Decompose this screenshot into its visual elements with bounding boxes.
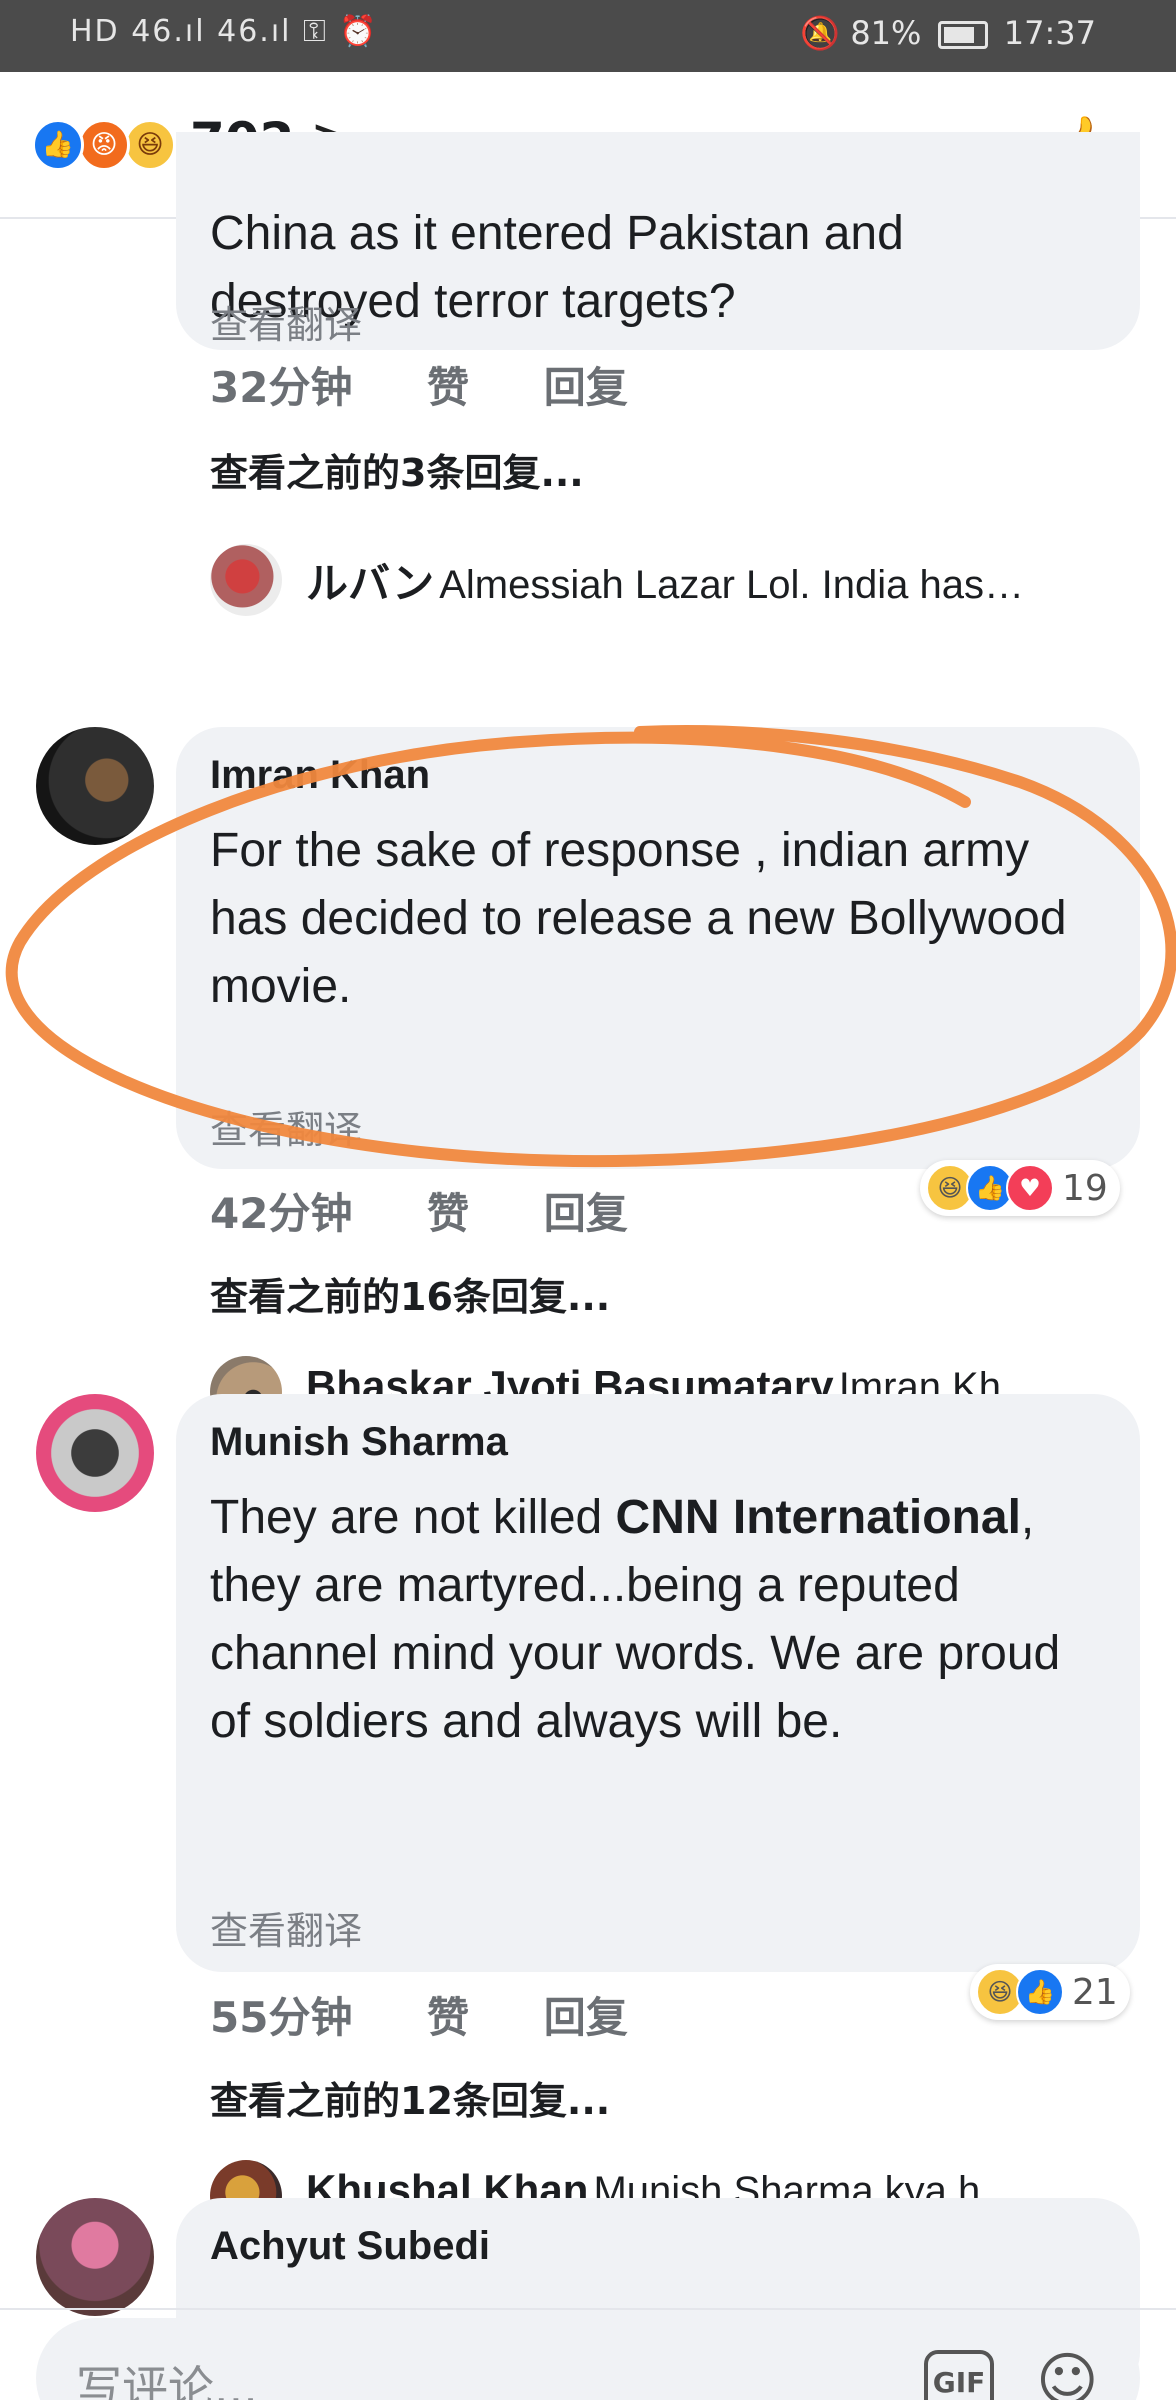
battery-icon [937, 21, 988, 49]
comment-bubble: Munish Sharma They are not killed CNN In… [176, 1394, 1140, 1972]
status-bar: HD 46.ıl 46.ıl ⚿ ⏰ 🔕 81% 17:37 [0, 0, 1176, 72]
comment-bubble: China as it entered Pakistan and destroy… [176, 132, 1140, 350]
avatar[interactable] [36, 2198, 154, 2316]
mute-icon: 🔕 [800, 14, 841, 52]
comment-text: They are not killed CNN International, t… [210, 1484, 1110, 1756]
like-icon: 👍 [1016, 1968, 1064, 2016]
comments-sheet: 👍 😡 😆 702 > 👍 China as it entered Pakist… [0, 72, 1176, 2400]
like-link[interactable]: 赞 [427, 363, 469, 412]
comment-time: 55分钟 [210, 1993, 353, 2042]
reply-link[interactable]: 回复 [544, 363, 628, 412]
reaction-count: 21 [1072, 1971, 1118, 2013]
view-previous-replies[interactable]: 查看之前的3条回复... [210, 442, 584, 497]
avatar[interactable] [210, 544, 282, 616]
haha-icon: 😆 [124, 119, 176, 171]
comment-input[interactable]: 写评论... GIF ☺ [36, 2318, 1140, 2400]
comment-author[interactable]: Munish Sharma [210, 1420, 508, 1465]
battery-percent: 81% [850, 14, 922, 52]
reply-link[interactable]: 回复 [544, 1993, 628, 2042]
annotation-circle [5, 725, 1176, 1168]
reply-link[interactable]: 回复 [544, 1189, 628, 1238]
comment-placeholder: 写评论... [76, 2361, 258, 2400]
emoji-icon[interactable]: ☺ [1036, 2346, 1099, 2400]
comment-composer: 写评论... GIF ☺ [0, 2310, 1176, 2400]
angry-icon: 😡 [78, 119, 130, 171]
translate-link[interactable]: 查看翻译 [210, 1900, 362, 1955]
comment-author[interactable]: Achyut Subedi [210, 2224, 490, 2269]
view-previous-replies[interactable]: 查看之前的12条回复... [210, 2070, 610, 2125]
comment-meta: 32分钟 赞 回复 [210, 354, 688, 415]
comment-text-bold: CNN International [615, 1491, 1021, 1544]
status-right: 🔕 81% 17:37 [800, 14, 1096, 52]
avatar[interactable] [36, 1394, 154, 1512]
signal-indicators: HD 46.ıl 46.ıl ⚿ ⏰ [70, 14, 379, 49]
translate-link[interactable]: 查看翻译 [210, 294, 362, 349]
reply-author[interactable]: ルバン [306, 560, 434, 607]
like-link[interactable]: 赞 [427, 1189, 469, 1238]
comment-reactions[interactable]: 😆 👍 21 [970, 1964, 1130, 2020]
like-link[interactable]: 赞 [427, 1993, 469, 2042]
like-icon: 👍 [32, 119, 84, 171]
comment-time: 32分钟 [210, 363, 353, 412]
gif-button[interactable]: GIF [924, 2350, 994, 2400]
view-previous-replies[interactable]: 查看之前的16条回复... [210, 1266, 610, 1321]
reply-snippet: Almessiah Lazar Lol. India has… [439, 563, 1024, 607]
comment-text-part: They are not killed [210, 1491, 616, 1544]
comment-time: 42分钟 [210, 1189, 353, 1238]
clock: 17:37 [1003, 14, 1096, 52]
reply-preview[interactable]: ルバン Almessiah Lazar Lol. India has… [210, 542, 1110, 622]
comment-meta: 55分钟 赞 回复 [210, 1984, 688, 2045]
